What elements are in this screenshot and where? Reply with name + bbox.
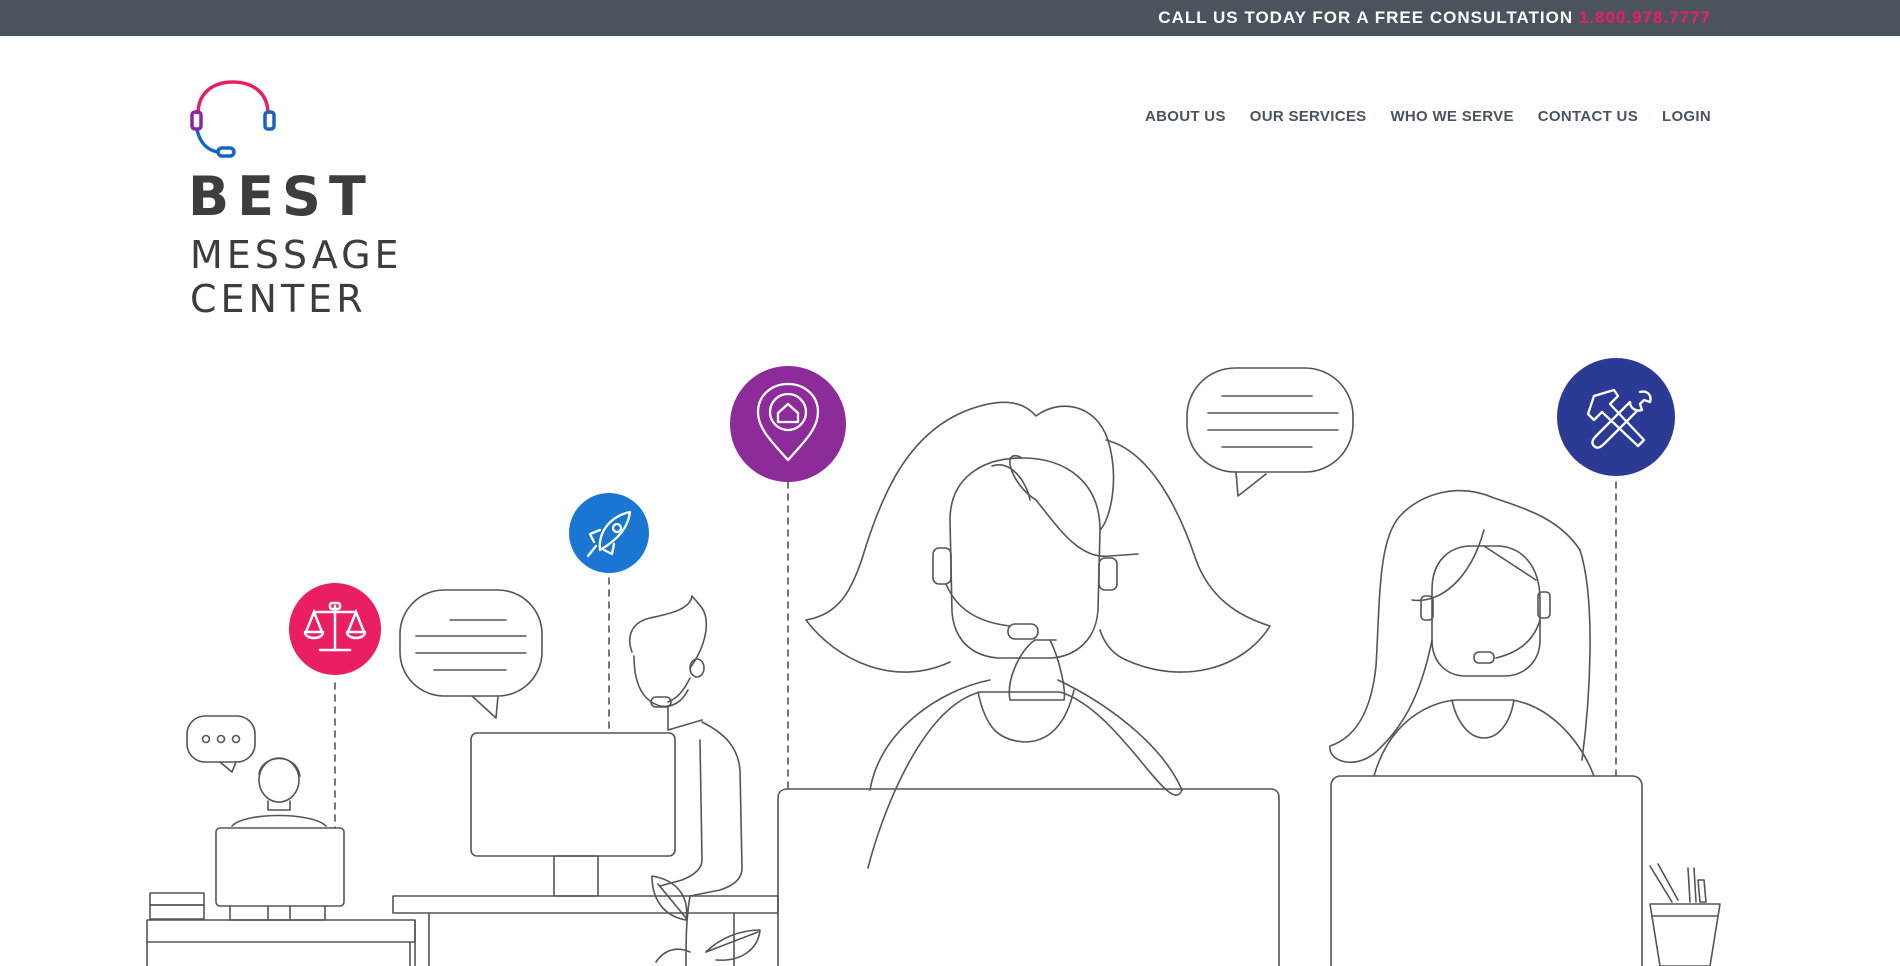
speech-bubble-small (186, 715, 256, 773)
scales-icon (289, 583, 381, 675)
agent-female-center (805, 401, 1271, 869)
monitor-center (777, 788, 1280, 966)
tools-icon (1557, 358, 1675, 476)
agent-small (231, 757, 327, 827)
agent-female-right (1329, 489, 1595, 777)
desk-middle (392, 732, 779, 966)
plant (651, 875, 761, 966)
agent-male (628, 595, 743, 897)
rocket-icon (569, 493, 649, 573)
speech-bubble-large (1186, 367, 1354, 497)
call-center-illustration (146, 358, 1721, 966)
home-pin-icon (730, 366, 846, 482)
speech-bubble-medium (399, 589, 543, 719)
pencil-cup (1649, 863, 1721, 966)
desk-left (146, 827, 416, 966)
monitor-right (1330, 775, 1643, 966)
